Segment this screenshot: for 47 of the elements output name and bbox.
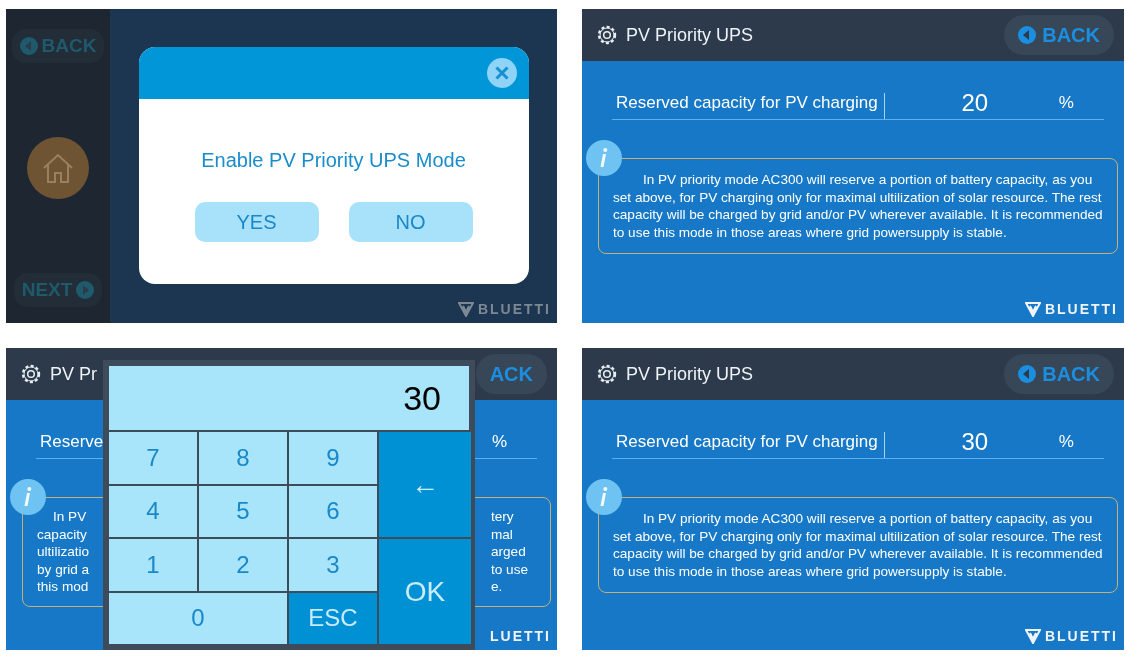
info-text-line: tery	[490, 508, 515, 526]
info-text: In PV priority mode AC300 will reserve a portion of battery capacity, as you set above, for PV charging only for maximal ultilization of solar resource. The rest capacity will be charged by grid and/or PV wherever available. It is recommended to use this mode in those areas where grid powersupply is stable.	[613, 510, 1104, 580]
dialog-message: Enable PV Priority UPS Mode	[201, 149, 466, 172]
info-text-line: arged	[490, 543, 527, 561]
info-text-line: ultilizatio	[37, 543, 90, 561]
keypad-key[interactable]: 7	[109, 432, 197, 484]
setting-label: Reserved capacity for PV charging	[612, 432, 885, 458]
info-text-line: by grid a	[37, 560, 90, 578]
unit-label: %	[491, 432, 507, 453]
value-field[interactable]: 30	[904, 428, 1045, 458]
keypad-key[interactable]: 1	[109, 539, 197, 591]
keypad-display: 30	[109, 366, 469, 430]
cancel-button[interactable]: NO	[348, 202, 473, 242]
logo-text: BLUETTI	[477, 301, 551, 317]
setting-label: Reserve	[39, 432, 105, 453]
info-text-line: In PV	[52, 508, 88, 526]
back-button[interactable]: BACK	[1004, 354, 1114, 394]
info-text-line: to use	[490, 560, 528, 578]
keypad-key[interactable]: ←	[379, 432, 471, 537]
keypad-key[interactable]: 2	[199, 539, 287, 591]
screen-title: PV Priority UPS	[626, 24, 754, 46]
screen-title: PV Pr	[50, 363, 97, 385]
unit-label: %	[1058, 432, 1074, 453]
keypad-key[interactable]: 9	[289, 432, 377, 484]
info-text-line: capacity	[37, 525, 88, 543]
info-text-line: this mod	[37, 578, 90, 596]
keypad-key[interactable]: ESC	[289, 592, 377, 644]
setting-label: Reserved capacity for PV charging	[612, 93, 885, 119]
keypad-key[interactable]: 6	[289, 485, 377, 537]
info-text: In PV priority mode AC300 will reserve a portion of battery capacity, as you set above, for PV charging only for maximal ultilization of solar resource. The rest capacity will be charged by grid and/or PV wherever available. It is recommended to use this mode in those areas where grid powersupply is stable.	[613, 171, 1104, 241]
value-field[interactable]: 20	[904, 89, 1045, 119]
keypad-key[interactable]: 8	[199, 432, 287, 484]
keypad-key[interactable]: 0	[109, 592, 287, 644]
keypad-key[interactable]: OK	[379, 539, 471, 644]
keypad-key[interactable]: 4	[109, 485, 197, 537]
screen-title: PV Priority UPS	[626, 363, 754, 385]
keypad-key[interactable]: 5	[199, 485, 287, 537]
logo-text: LUETTI	[490, 628, 551, 644]
info-text-line: e.	[490, 578, 504, 596]
keypad-key[interactable]: 3	[289, 539, 377, 591]
back-button[interactable]: BACK	[1004, 15, 1114, 55]
logo-text: BLUETTI	[1044, 628, 1118, 644]
info-text-line: mal	[490, 525, 514, 543]
logo-text: BLUETTI	[1044, 301, 1118, 317]
confirm-button[interactable]: YES	[194, 202, 319, 242]
unit-label: %	[1058, 93, 1074, 114]
back-button[interactable]: ACK	[475, 354, 547, 394]
